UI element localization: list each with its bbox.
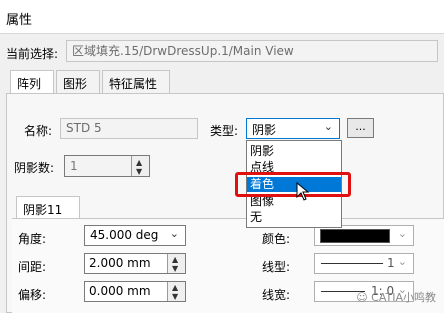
chevron-down-icon: ⌄	[169, 227, 179, 240]
color-swatch	[320, 229, 390, 243]
window-title: 属性	[6, 13, 33, 28]
dropdown-option-none[interactable]: 无	[247, 210, 341, 225]
name-label: 名称:	[24, 124, 53, 138]
count-value: 1	[70, 159, 78, 173]
watermark: ☺ CATIA小鸣教	[356, 289, 436, 305]
wechat-icon: ☺	[356, 291, 368, 304]
spacing-stepper[interactable]: 2.000 mm ▲ ▼	[84, 253, 186, 274]
current-selection-label: 当前选择:	[6, 47, 59, 61]
count-spin-buttons[interactable]: ▲ ▼	[131, 156, 149, 176]
chevron-down-icon: ⌄	[397, 227, 407, 240]
offset-value: 0.000 mm	[89, 284, 151, 298]
spin-up-icon[interactable]: ▲	[172, 256, 178, 264]
title-bar: 属性	[0, 0, 444, 34]
count-stepper[interactable]: 1 ▲ ▼	[64, 155, 150, 177]
linewidth-label: 线宽:	[262, 288, 291, 302]
spin-down-icon[interactable]: ▼	[172, 265, 178, 273]
linetype-select[interactable]: 1 ⌄	[314, 253, 414, 274]
color-label: 颜色:	[262, 232, 291, 246]
type-select-value: 阴影	[252, 123, 277, 137]
watermark-text: CATIA小鸣教	[371, 291, 436, 304]
spacing-value: 2.000 mm	[89, 256, 151, 270]
count-label: 阴影数:	[14, 161, 55, 175]
tab-graphic[interactable]: 图形	[56, 70, 100, 94]
linetype-value: 1	[387, 256, 395, 270]
dropdown-option-hatch[interactable]: 阴影	[247, 144, 341, 159]
spin-up-icon[interactable]: ▲	[136, 159, 142, 167]
highlight-box	[235, 172, 351, 197]
spin-down-icon[interactable]: ▼	[172, 293, 178, 301]
tab-hatch-11[interactable]: 阴影11	[16, 196, 80, 220]
spin-down-icon[interactable]: ▼	[136, 168, 142, 176]
spacing-spin-buttons[interactable]: ▲ ▼	[167, 254, 185, 273]
spacing-label: 间距:	[18, 260, 47, 274]
current-selection-field: 区域填充.15/DrwDressUp.1/Main View	[66, 40, 438, 62]
more-button[interactable]: ...	[347, 118, 374, 138]
type-select[interactable]: 阴影 ⌄	[246, 118, 340, 139]
angle-value: 45.000 deg	[90, 228, 159, 242]
offset-spin-buttons[interactable]: ▲ ▼	[167, 282, 185, 301]
linetype-label: 线型:	[262, 260, 291, 274]
angle-select[interactable]: 45.000 deg ⌄	[84, 225, 186, 246]
linetype-sample	[321, 263, 383, 264]
spin-up-icon[interactable]: ▲	[172, 284, 178, 292]
tab-feature-properties[interactable]: 特征属性	[102, 70, 170, 94]
offset-label: 偏移:	[18, 288, 47, 302]
chevron-down-icon: ⌄	[323, 120, 333, 133]
mouse-cursor-icon	[296, 182, 310, 201]
name-field[interactable]: STD 5	[60, 118, 198, 139]
chevron-down-icon: ⌄	[397, 255, 407, 268]
offset-stepper[interactable]: 0.000 mm ▲ ▼	[84, 281, 186, 302]
type-label: 类型:	[210, 124, 239, 138]
angle-label: 角度:	[18, 232, 47, 246]
